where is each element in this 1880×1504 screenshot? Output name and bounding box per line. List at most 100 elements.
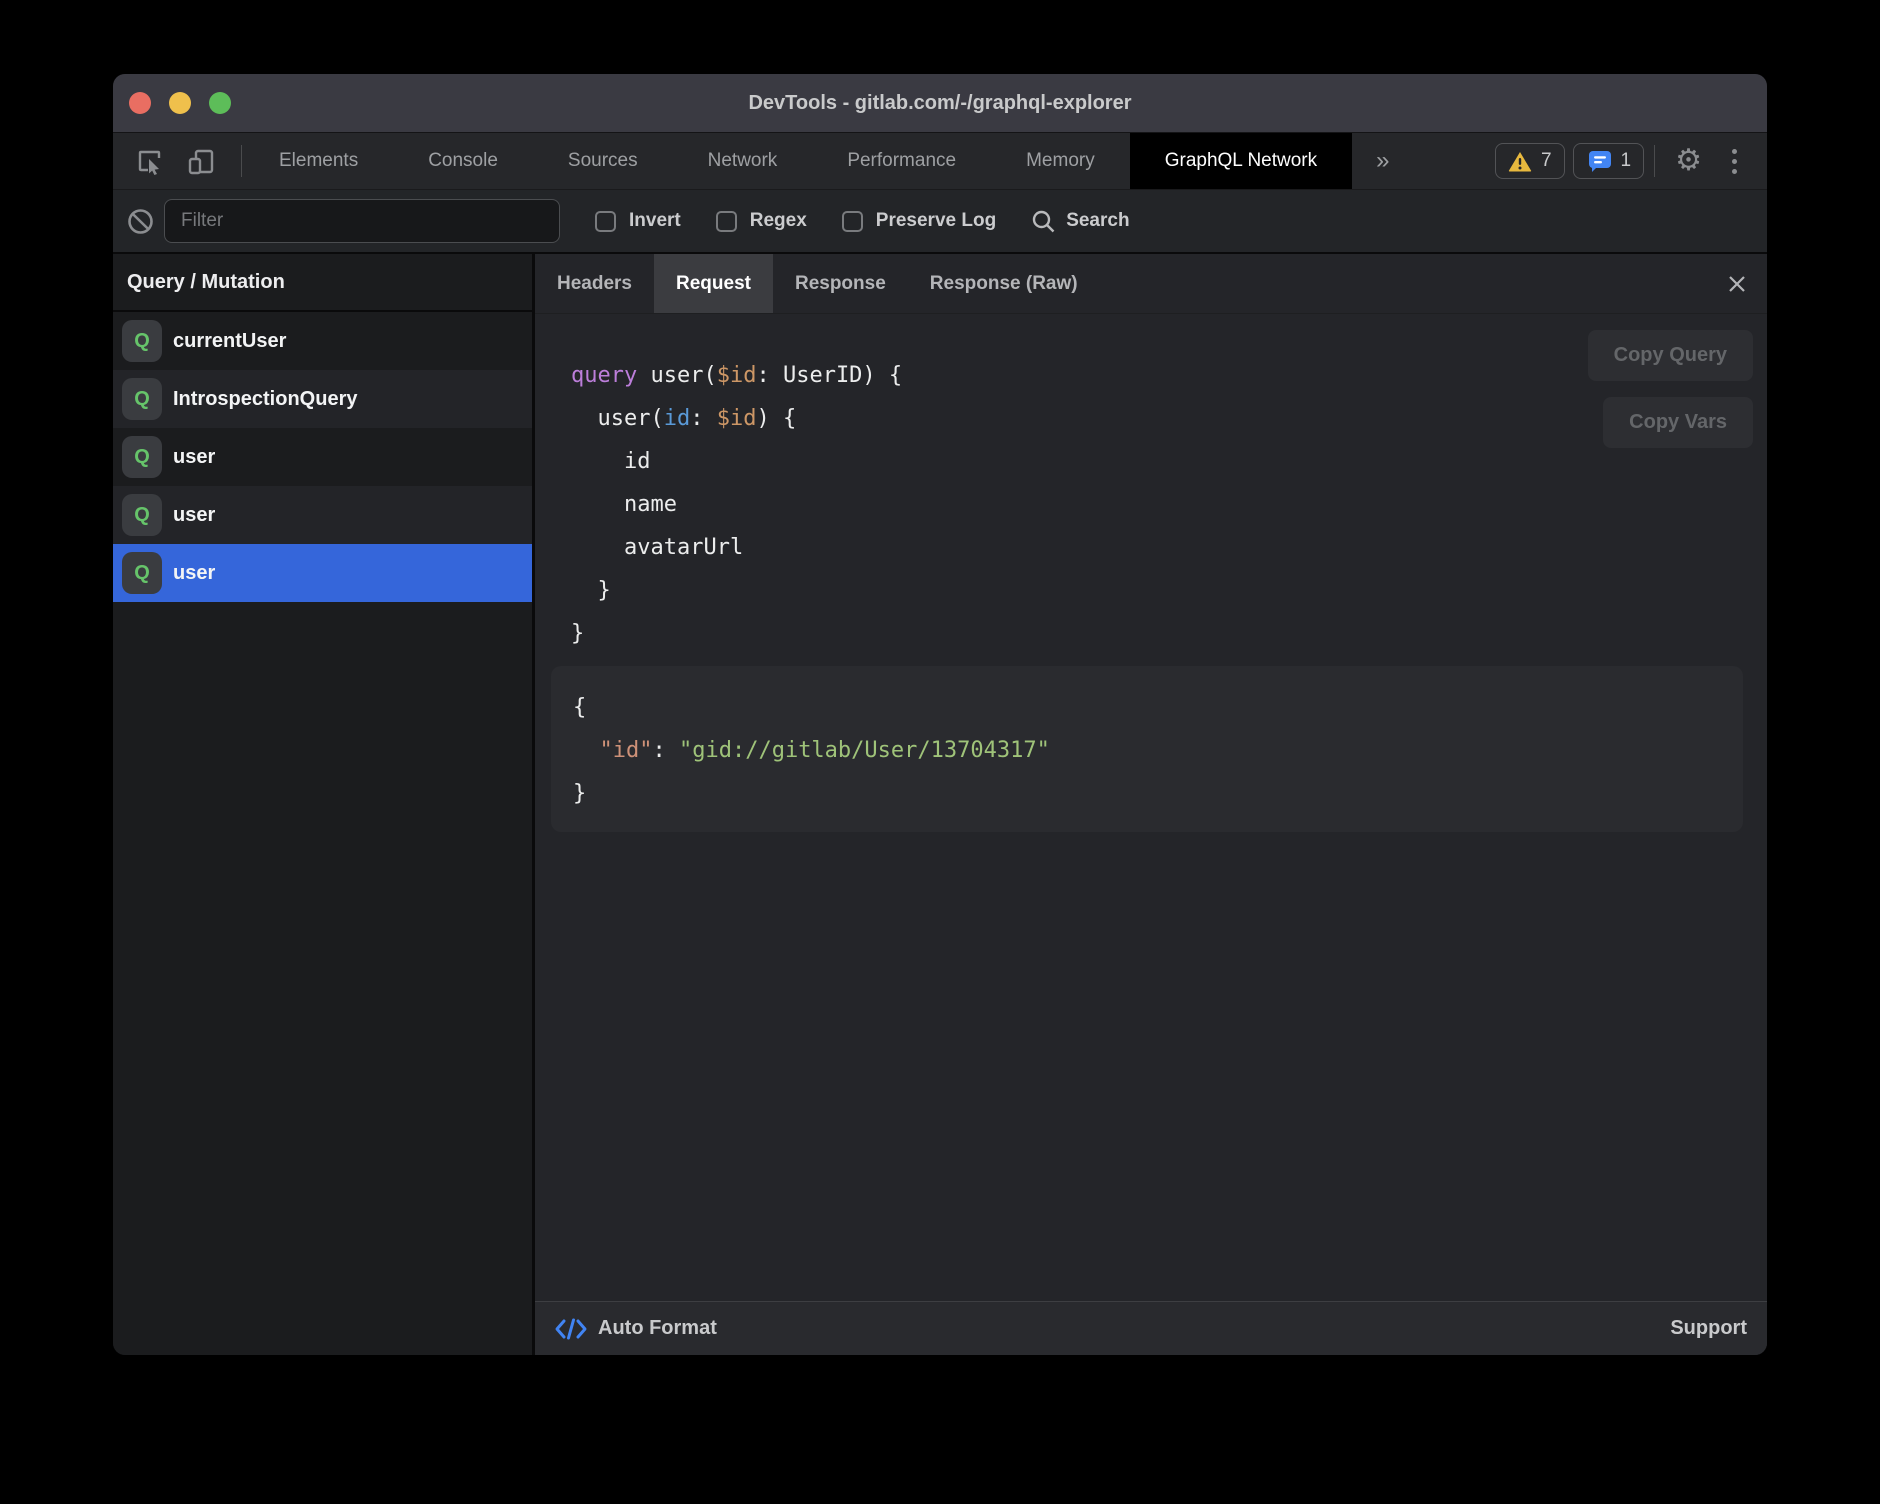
code-token: avatarUrl (571, 535, 743, 560)
code-token: id (571, 449, 650, 474)
inspect-element-icon[interactable] (135, 147, 163, 175)
code-token: { (573, 695, 586, 720)
tab-console[interactable]: Console (393, 133, 533, 189)
auto-format-code-icon[interactable] (555, 1317, 587, 1341)
search-icon (1031, 209, 1056, 234)
message-icon (1586, 149, 1612, 173)
issues-badge[interactable]: 1 (1573, 143, 1645, 179)
invert-checkbox[interactable] (595, 211, 616, 232)
list-item-user-3-selected[interactable]: Q user (113, 544, 532, 602)
code-token: name (571, 492, 677, 517)
list-item-label: IntrospectionQuery (173, 388, 357, 411)
code-line: name (571, 483, 902, 526)
code-line: "id": "gid://gitlab/User/13704317" (573, 729, 1743, 772)
devtools-toolbar: Elements Console Sources Network Perform… (113, 133, 1767, 190)
code-token: : (690, 406, 717, 431)
invert-label: Invert (629, 210, 681, 232)
code-token: user( (637, 363, 716, 388)
regex-checkbox[interactable] (716, 211, 737, 232)
code-token: ) { (756, 406, 796, 431)
settings-gear-icon[interactable]: ⚙ (1665, 146, 1712, 176)
preserve-log-checkbox-group[interactable]: Preserve Log (842, 210, 996, 232)
search-label: Search (1066, 210, 1129, 232)
issues-count: 1 (1621, 150, 1632, 172)
tab-request[interactable]: Request (654, 254, 773, 313)
query-type-badge: Q (122, 320, 162, 362)
tab-network[interactable]: Network (673, 133, 813, 189)
code-token: "gid://gitlab/User/13704317" (679, 738, 1050, 763)
invert-checkbox-group[interactable]: Invert (595, 210, 681, 232)
tab-graphql-network[interactable]: GraphQL Network (1130, 133, 1352, 189)
code-token: } (571, 578, 611, 603)
tab-performance[interactable]: Performance (812, 133, 991, 189)
support-link[interactable]: Support (1670, 1317, 1747, 1340)
filter-input[interactable] (164, 199, 560, 243)
list-item-label: user (173, 504, 215, 527)
code-line: { (573, 686, 1743, 729)
close-icon (1727, 274, 1747, 294)
list-item-currentuser[interactable]: Q currentUser (113, 312, 532, 370)
kebab-menu-icon[interactable] (1720, 149, 1749, 174)
code-token: } (573, 781, 586, 806)
list-item-user-2[interactable]: Q user (113, 486, 532, 544)
list-item-user-1[interactable]: Q user (113, 428, 532, 486)
traffic-lights (129, 74, 231, 132)
tab-sources[interactable]: Sources (533, 133, 673, 189)
query-type-badge: Q (122, 552, 162, 594)
tab-response[interactable]: Response (773, 254, 908, 313)
device-toolbar-icon[interactable] (187, 147, 215, 175)
code-token: : UserID) { (756, 363, 902, 388)
preserve-log-checkbox[interactable] (842, 211, 863, 232)
list-item-introspectionquery[interactable]: Q IntrospectionQuery (113, 370, 532, 428)
code-token: $id (717, 363, 757, 388)
code-token: : (652, 738, 679, 763)
request-detail-panel: Headers Request Response Response (Raw) … (535, 254, 1767, 1355)
minimize-window-button[interactable] (169, 92, 191, 114)
code-token: query (571, 363, 637, 388)
warning-icon (1508, 151, 1532, 172)
more-tabs-chevron[interactable]: » (1352, 133, 1413, 189)
query-variables-box: { "id": "gid://gitlab/User/13704317"} (551, 666, 1743, 832)
window-title: DevTools - gitlab.com/-/graphql-explorer (748, 92, 1131, 115)
toolbar-divider (1654, 145, 1655, 177)
search-control[interactable]: Search (1031, 209, 1129, 234)
copy-query-button[interactable]: Copy Query (1588, 330, 1753, 381)
query-list-panel: Query / Mutation Q currentUser Q Introsp… (113, 254, 535, 1355)
copy-vars-button[interactable]: Copy Vars (1603, 397, 1753, 448)
block-requests-icon[interactable] (126, 207, 154, 235)
detail-footer: Auto Format Support (535, 1301, 1767, 1355)
code-line: id (571, 440, 902, 483)
code-line: } (573, 772, 1743, 815)
warnings-badge[interactable]: 7 (1495, 143, 1565, 179)
query-type-badge: Q (122, 378, 162, 420)
auto-format-button[interactable]: Auto Format (598, 1317, 717, 1340)
code-line: avatarUrl (571, 526, 902, 569)
tab-response-raw[interactable]: Response (Raw) (908, 254, 1100, 313)
code-line: user(id: $id) { (571, 397, 902, 440)
detail-tabs: Headers Request Response Response (Raw) (535, 254, 1767, 314)
regex-checkbox-group[interactable]: Regex (716, 210, 807, 232)
copy-buttons: Copy Query Copy Vars (1588, 330, 1753, 448)
main-split: Query / Mutation Q currentUser Q Introsp… (113, 254, 1767, 1355)
tab-memory[interactable]: Memory (991, 133, 1130, 189)
tab-elements[interactable]: Elements (244, 133, 393, 189)
preserve-log-label: Preserve Log (876, 210, 996, 232)
warnings-count: 7 (1541, 150, 1552, 172)
query-type-badge: Q (122, 494, 162, 536)
graphql-query-code: query user($id: UserID) { user(id: $id) … (571, 354, 902, 655)
zoom-window-button[interactable] (209, 92, 231, 114)
list-item-label: currentUser (173, 330, 286, 353)
query-type-badge: Q (122, 436, 162, 478)
toolbar-divider (241, 145, 242, 177)
query-list-header: Query / Mutation (113, 254, 532, 312)
code-token: } (571, 621, 584, 646)
devtools-window: DevTools - gitlab.com/-/graphql-explorer… (113, 74, 1767, 1355)
toolbar-right: 7 1 ⚙ (1495, 133, 1767, 189)
code-token: "id" (600, 738, 653, 763)
toolbar-icons (113, 133, 244, 189)
tab-headers[interactable]: Headers (535, 254, 654, 313)
title-bar: DevTools - gitlab.com/-/graphql-explorer (113, 74, 1767, 133)
close-detail-button[interactable] (1707, 254, 1767, 313)
close-window-button[interactable] (129, 92, 151, 114)
list-item-label: user (173, 562, 215, 585)
